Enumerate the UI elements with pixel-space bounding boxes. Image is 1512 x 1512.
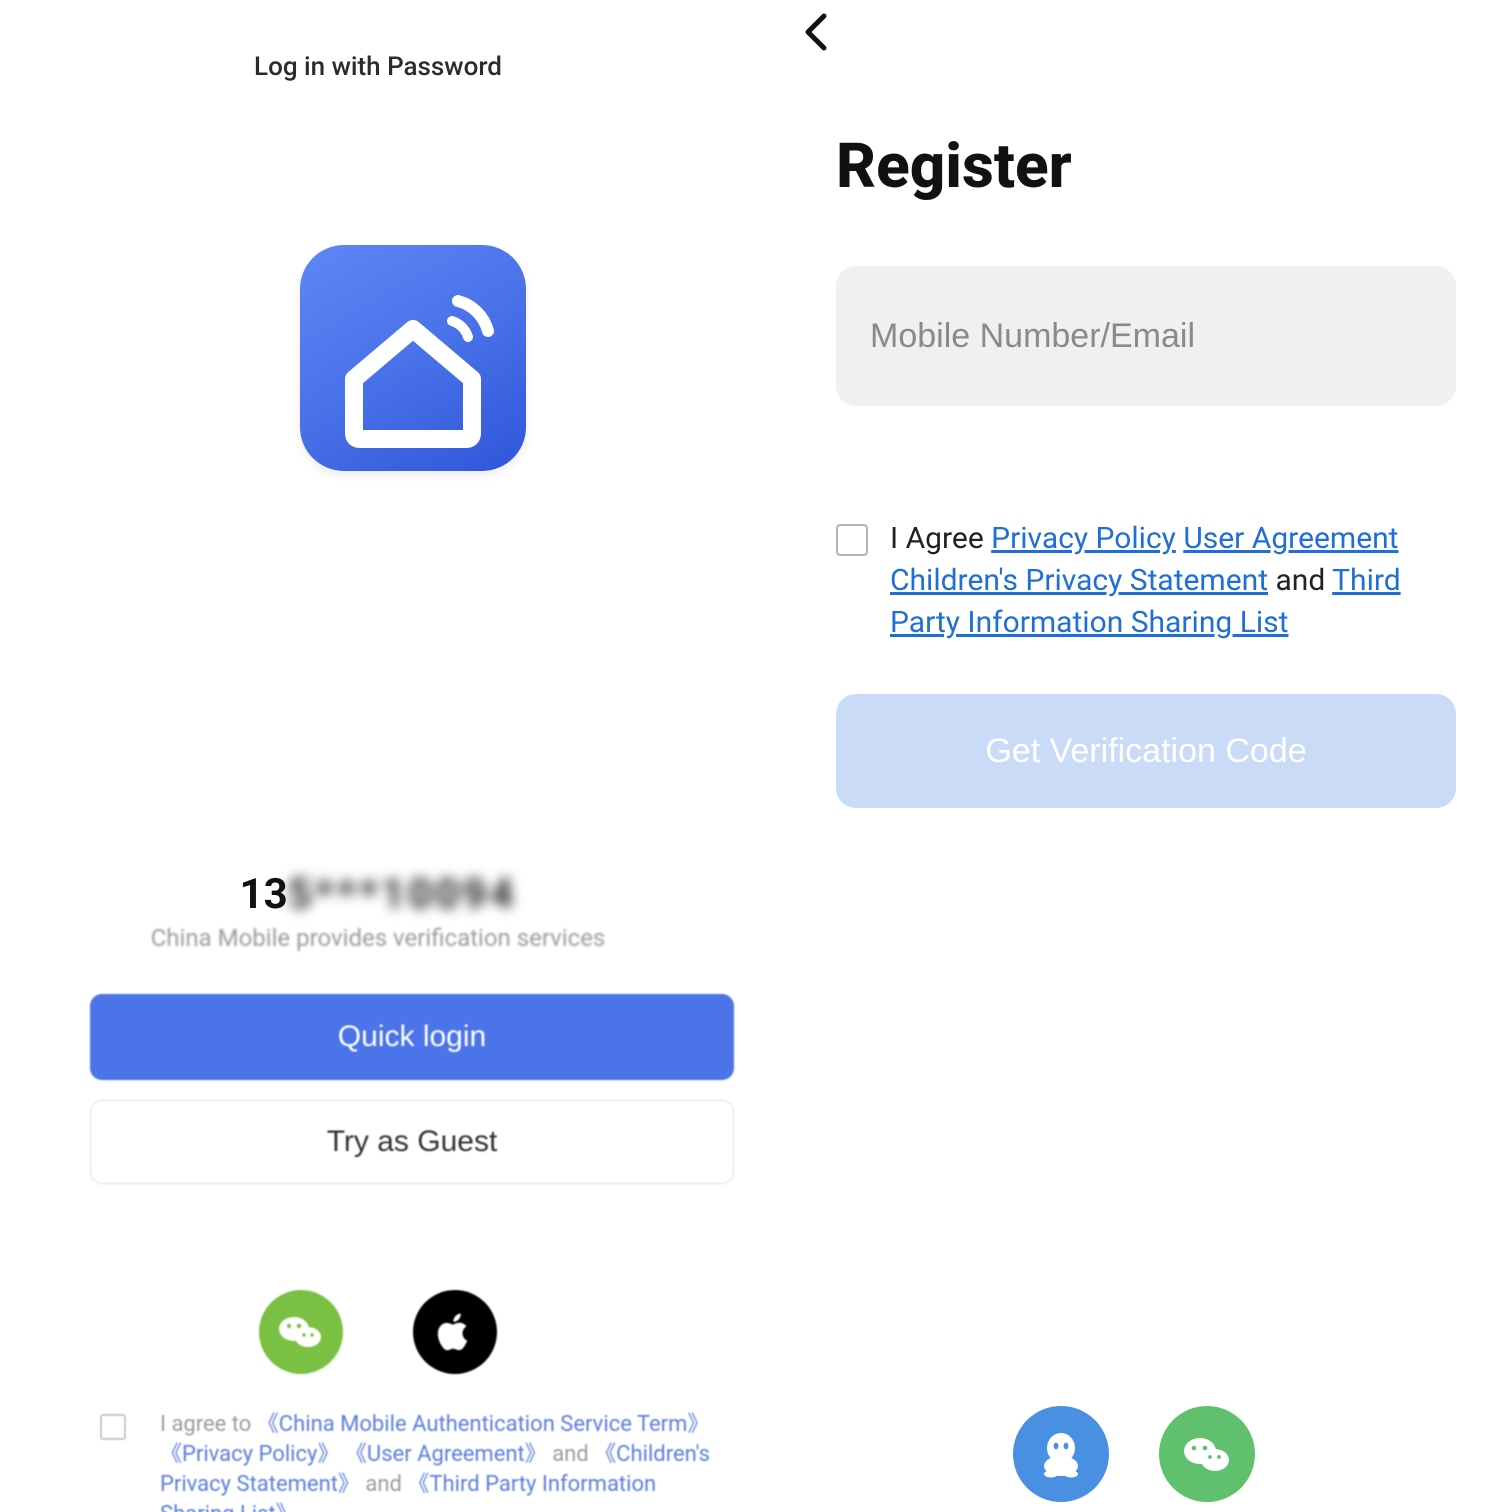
masked-phone-number: 135***10094 [0, 870, 756, 919]
quick-login-button[interactable]: Quick login [90, 994, 734, 1080]
app-logo [300, 245, 526, 471]
childrens-privacy-link[interactable]: Children's Privacy Statement [890, 563, 1268, 598]
register-agree-checkbox[interactable] [836, 524, 868, 556]
wechat-icon [276, 1307, 326, 1357]
try-as-guest-button[interactable]: Try as Guest [90, 1100, 734, 1184]
agree-prefix: I Agree [890, 521, 991, 556]
and-word: and [1268, 563, 1332, 598]
wechat-login-button[interactable] [1159, 1406, 1255, 1502]
register-agree-row: I Agree Privacy Policy User Agreement Ch… [836, 518, 1456, 644]
login-with-password-link[interactable]: Log in with Password [0, 52, 756, 82]
phone-blur: 5***10094 [288, 870, 517, 919]
user-agreement-link[interactable]: User Agreement [1183, 521, 1398, 556]
agree-prefix: I agree to [160, 1412, 257, 1437]
agree-link-user[interactable]: 《User Agreement》 [345, 1442, 547, 1467]
wechat-icon [1179, 1426, 1235, 1482]
house-icon [300, 245, 526, 471]
wechat-login-button[interactable] [259, 1290, 343, 1374]
register-agree-text: I Agree Privacy Policy User Agreement Ch… [890, 518, 1456, 644]
chevron-left-icon [802, 12, 830, 52]
and2: and [365, 1472, 407, 1497]
privacy-policy-link[interactable]: Privacy Policy [991, 521, 1176, 556]
login-screen: Log in with Password 135***10094 China M… [0, 0, 756, 1512]
back-button[interactable] [796, 12, 836, 52]
apple-icon [432, 1309, 478, 1355]
agree-link-cm[interactable]: 《China Mobile Authentication Service Ter… [257, 1412, 710, 1437]
verification-provider-text: China Mobile provides verification servi… [0, 924, 756, 952]
get-verification-code-button[interactable]: Get Verification Code [836, 694, 1456, 808]
mobile-email-input[interactable] [836, 266, 1456, 406]
qq-login-button[interactable] [1013, 1406, 1109, 1502]
phone-prefix: 13 [240, 870, 288, 919]
agree-link-privacy[interactable]: 《Privacy Policy》 [160, 1442, 339, 1467]
apple-login-button[interactable] [413, 1290, 497, 1374]
register-screen: Register I Agree Privacy Policy User Agr… [756, 0, 1512, 1512]
and1: and [552, 1442, 594, 1467]
qq-icon [1033, 1426, 1089, 1482]
social-login-row [756, 1406, 1512, 1502]
login-agree-text: I agree to 《China Mobile Authentication … [98, 1410, 718, 1512]
social-login-row [0, 1290, 756, 1374]
register-title: Register [836, 130, 1072, 203]
